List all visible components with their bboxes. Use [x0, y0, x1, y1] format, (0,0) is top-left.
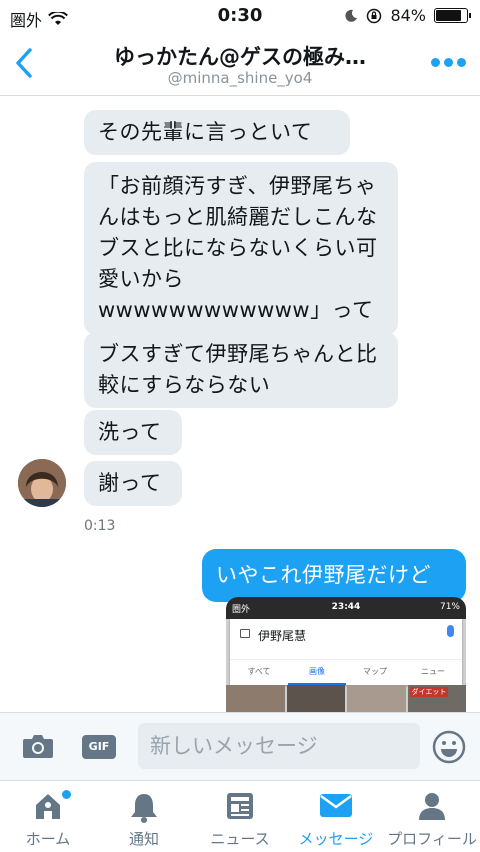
moon-icon — [345, 9, 358, 22]
attachment-status-bar: 圏外 23:44 71% — [226, 597, 466, 619]
tab-messages[interactable]: メッセージ — [288, 781, 384, 852]
image-icon — [240, 629, 250, 638]
attachment-tabs: すべて 画像 マップ ニュー — [230, 659, 462, 685]
tab-profile-label: プロフィール — [387, 830, 477, 848]
tab-messages-label: メッセージ — [298, 830, 374, 848]
tab-notifications-label: 通知 — [128, 830, 159, 848]
tab-home[interactable]: ホーム — [0, 781, 96, 852]
battery-percent: 84% — [390, 6, 426, 25]
tab-profile[interactable]: プロフィール — [384, 781, 480, 852]
bottom-tab-bar: ホーム 通知 ニュース メッセージ プロフィール — [0, 780, 480, 852]
conversation-title[interactable]: ゆっかたん@ゲスの極み… — [60, 41, 420, 71]
message-bubble-incoming: 洗って — [84, 410, 182, 455]
bell-icon — [131, 794, 157, 823]
message-bubble-incoming: 「お前顔汚すぎ、伊野尾ちゃんはもっと肌綺麗だしこんなブスと比にならないくらい可愛… — [84, 162, 398, 335]
camera-icon[interactable] — [22, 733, 54, 759]
tab-news[interactable]: ニュース — [192, 781, 288, 852]
new-message-input[interactable] — [138, 723, 420, 769]
emoji-icon[interactable] — [432, 730, 466, 764]
attachment-caption: ダイエット — [409, 687, 449, 697]
conversation-header: ゆっかたん@ゲスの極み… @minna_shine_yo4 — [0, 34, 480, 96]
message-bubble-incoming: 謝って — [84, 461, 182, 506]
attachment-image-results: ダイエット — [226, 685, 466, 712]
image-attachment[interactable]: 圏外 23:44 71% 伊野尾慧 すべて 画像 マップ ニュー ダイエット — [226, 597, 466, 712]
unread-dot — [62, 790, 71, 799]
battery-fill — [436, 10, 462, 21]
gif-button[interactable]: GIF — [82, 735, 116, 759]
tab-notifications[interactable]: 通知 — [96, 781, 192, 852]
message-timestamp: 0:13 — [84, 518, 116, 534]
message-bubble-incoming: その先輩に言っといて — [84, 110, 350, 155]
message-list[interactable]: その先輩に言っといて 「お前顔汚すぎ、伊野尾ちゃんはもっと肌綺麗だしこんなブスと… — [0, 97, 480, 712]
rotation-lock-icon — [367, 8, 382, 23]
message-bubble-outgoing: いやこれ伊野尾だけど — [202, 549, 466, 602]
attachment-search-card: 伊野尾慧 すべて 画像 マップ ニュー — [230, 619, 462, 685]
battery-icon — [434, 8, 471, 23]
attachment-search-query: 伊野尾慧 — [240, 627, 306, 644]
news-icon — [227, 793, 253, 819]
message-bubble-incoming: ブスすぎて伊野尾ちゃんと比較にすらならない — [84, 332, 398, 408]
status-bar: 圏外 0:30 84% — [0, 0, 480, 34]
more-options-icon[interactable] — [431, 58, 466, 67]
envelope-icon — [320, 794, 352, 817]
mic-icon — [447, 625, 454, 637]
home-icon — [36, 794, 60, 819]
tab-home-label: ホーム — [25, 830, 71, 848]
person-icon — [419, 793, 445, 820]
tab-news-label: ニュース — [210, 830, 270, 848]
conversation-handle: @minna_shine_yo4 — [167, 69, 313, 87]
message-composer: GIF — [0, 712, 480, 780]
back-chevron-icon[interactable] — [12, 46, 36, 80]
sender-avatar[interactable] — [18, 459, 66, 507]
